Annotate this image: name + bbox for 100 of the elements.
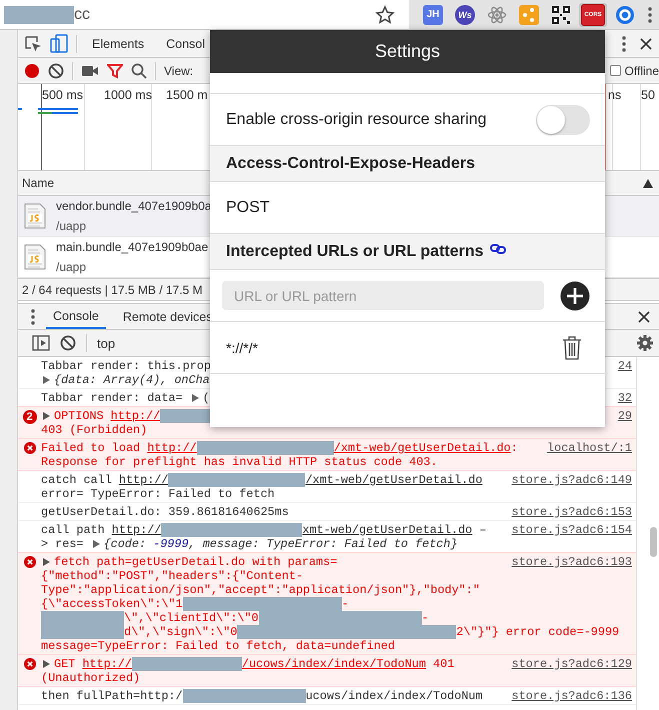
url-pattern: *://*/* xyxy=(226,340,258,356)
message-text: getUserDetail.do: 359.86181640625ms xyxy=(41,505,289,519)
expand-arrow-icon[interactable] xyxy=(92,540,100,548)
record-icon[interactable] xyxy=(24,62,40,78)
expand-arrow-icon[interactable] xyxy=(43,412,50,420)
more-icon[interactable] xyxy=(647,6,653,24)
device-toolbar-icon[interactable] xyxy=(50,34,68,54)
url-link[interactable]: http:// xyxy=(112,523,162,537)
object-preview: {code: xyxy=(104,537,148,551)
source-link[interactable]: 32 xyxy=(618,391,632,405)
expand-arrow-icon[interactable] xyxy=(43,376,50,384)
message-text: 2\"}"} error code=-9999 xyxy=(456,625,620,639)
object-preview: {data: Array(4), onCha xyxy=(54,373,210,387)
filter-icon[interactable] xyxy=(107,62,123,78)
error-icon xyxy=(24,556,36,568)
error-icon xyxy=(24,658,36,670)
address-text[interactable]: cc xyxy=(74,6,90,24)
star-icon[interactable] xyxy=(375,4,395,24)
clear-icon[interactable] xyxy=(60,335,76,351)
message-text: then fullPath=http:/ xyxy=(41,689,183,703)
add-icon[interactable] xyxy=(560,280,590,310)
url-link[interactable]: http:// xyxy=(118,473,168,487)
request-name: main.bundle_407e1909b0ae xyxy=(56,239,208,256)
sort-arrow-icon[interactable] xyxy=(643,178,653,188)
object-preview: , message: TypeError: Failed to fetch} xyxy=(188,537,458,551)
message-text: {"method":"POST","headers":{"Content- xyxy=(41,569,303,583)
message-text: d\",\"sign\":\"0 xyxy=(124,625,238,639)
expand-arrow-icon[interactable] xyxy=(192,394,199,402)
inspect-icon[interactable] xyxy=(24,34,42,52)
url-link[interactable]: /ucows/index/index/TodoNum xyxy=(242,657,426,671)
source-link[interactable]: store.js?adc6:129 xyxy=(512,657,632,671)
sidebar-icon[interactable] xyxy=(32,335,50,351)
camera-icon[interactable] xyxy=(81,64,99,78)
request-path: /uapp xyxy=(56,218,88,235)
column-header[interactable]: Name xyxy=(22,176,54,190)
message-text: (Unauthorized) xyxy=(41,671,140,685)
offline-checkbox[interactable] xyxy=(610,65,621,76)
more-icon[interactable] xyxy=(30,308,36,326)
message-text: GET xyxy=(54,657,76,671)
message-text: ucows/index/index/TodoNum xyxy=(306,689,483,703)
source-link[interactable]: 24 xyxy=(618,359,632,373)
waterfall-bars-drawing xyxy=(18,108,80,116)
source-link[interactable]: store.js?adc6:193 xyxy=(512,555,632,569)
url-link[interactable]: http:// xyxy=(110,409,160,423)
url-link[interactable]: /xmt-web/getUserDetail.do xyxy=(305,473,482,487)
extension-button[interactable]: Ws xyxy=(451,2,479,26)
extension-button[interactable]: JH xyxy=(419,2,447,26)
trash-icon[interactable] xyxy=(562,336,582,360)
message-text: 401 xyxy=(432,657,454,671)
source-link[interactable]: localhost/:1 xyxy=(547,441,632,455)
js-file-icon xyxy=(24,203,46,229)
expand-arrow-icon[interactable] xyxy=(43,558,50,566)
setting-label: Enable cross-origin resource sharing xyxy=(226,110,487,128)
settings-icon[interactable] xyxy=(637,335,653,351)
url-link[interactable]: http:// xyxy=(147,441,197,455)
toggle-switch[interactable] xyxy=(536,104,590,134)
timeline-tick: 50 xyxy=(641,88,655,102)
context-selector[interactable]: top xyxy=(97,336,116,350)
timeline-tick: 500 ms xyxy=(42,88,83,102)
js-file-icon xyxy=(24,244,46,270)
extension-label: Ws xyxy=(455,4,475,24)
request-name: vendor.bundle_407e1909b0a xyxy=(56,198,212,215)
timeline-tick: ns xyxy=(608,88,622,102)
url-link[interactable]: xmt-web/getUserDetail.do xyxy=(302,523,472,537)
url-link[interactable]: /xmt-web/getUserDetail.do xyxy=(334,441,511,455)
source-link[interactable]: store.js?adc6:149 xyxy=(512,473,632,487)
source-link[interactable]: store.js?adc6:136 xyxy=(512,689,632,703)
number-value: -9999 xyxy=(153,537,189,551)
source-link[interactable]: store.js?adc6:153 xyxy=(512,505,632,519)
error-icon xyxy=(24,442,36,454)
source-link[interactable]: 29 xyxy=(618,409,632,423)
more-icon[interactable] xyxy=(621,34,627,52)
message-text: > res= xyxy=(41,537,84,551)
panel-tab[interactable]: Consol xyxy=(159,30,212,57)
url-link[interactable]: http:// xyxy=(82,657,132,671)
close-icon[interactable] xyxy=(637,310,651,324)
message-text: catch call xyxy=(41,473,113,487)
scrollbar-thumb[interactable] xyxy=(650,527,657,557)
clear-icon[interactable] xyxy=(48,62,64,78)
message-text: Type":"application/json","accept":"application/json"},"body":" xyxy=(41,583,480,597)
url-field[interactable]: URL or URL pattern xyxy=(222,281,544,310)
message-text: Response for preflight has invalid HTTP status code 403. xyxy=(41,455,438,469)
message-text: : xyxy=(510,441,518,455)
timeline-tick: 1000 ms xyxy=(104,88,152,102)
redaction-bar xyxy=(4,6,74,24)
message-text: message=TypeError: Failed to fetch, data=undefined xyxy=(41,639,395,653)
message-text: - xyxy=(342,597,349,611)
atom-icon xyxy=(487,4,507,24)
expand-arrow-icon[interactable] xyxy=(43,660,50,668)
view-label: View: xyxy=(164,64,194,78)
source-link[interactable]: store.js?adc6:154 xyxy=(512,523,632,537)
link-icon[interactable] xyxy=(490,244,506,254)
extension-label: JH xyxy=(423,4,443,24)
redaction-bar xyxy=(160,409,210,423)
section-heading: Intercepted URLs or URL patterns xyxy=(226,242,484,260)
close-icon[interactable] xyxy=(639,36,653,50)
panel-tab[interactable]: Elements xyxy=(85,30,152,57)
search-icon[interactable] xyxy=(131,62,147,78)
dialog-title: Settings xyxy=(374,41,440,62)
message-text: fetch path=getUserDetail.do with params= xyxy=(54,555,338,569)
